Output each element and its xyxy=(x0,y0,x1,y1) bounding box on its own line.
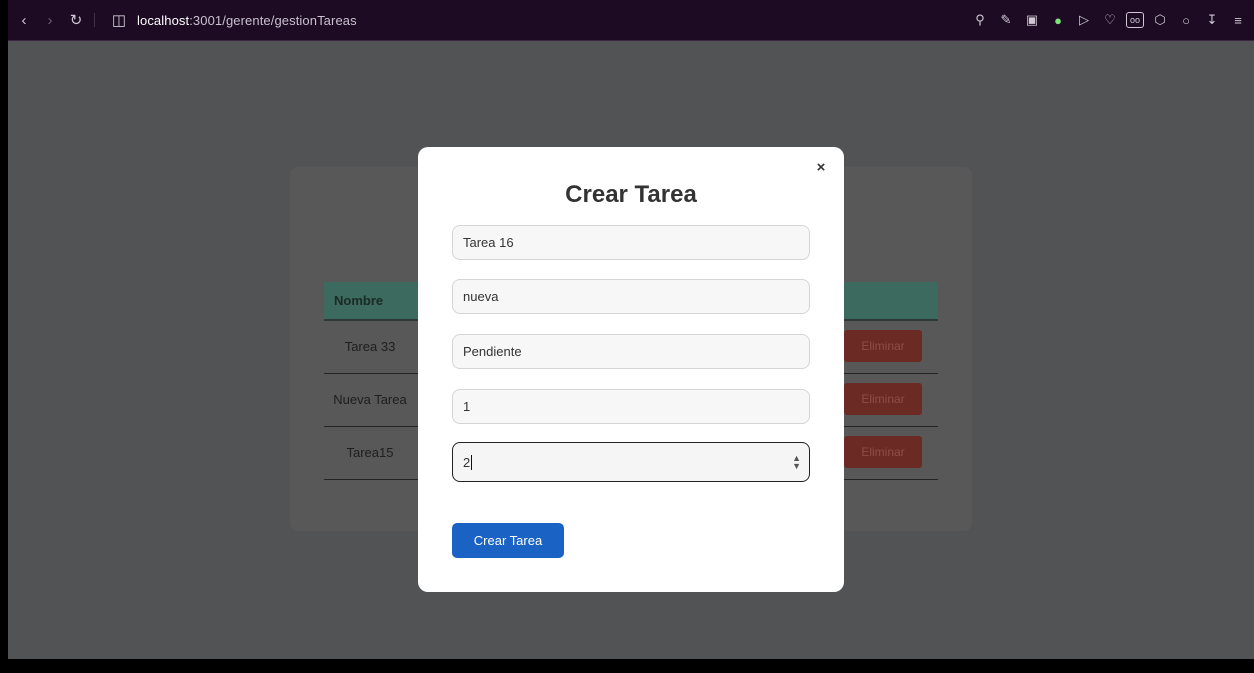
search-icon[interactable]: ⚲ xyxy=(970,10,990,30)
delete-button[interactable]: Eliminar xyxy=(844,383,922,415)
camera-icon[interactable]: ▣ xyxy=(1022,10,1042,30)
task-description-field[interactable]: nueva xyxy=(452,279,810,314)
delete-button[interactable]: Eliminar xyxy=(844,436,922,468)
task-name: Tarea15 xyxy=(346,445,394,460)
task-description-value: nueva xyxy=(463,289,499,304)
profile-icon[interactable]: ○ xyxy=(1176,10,1196,30)
shield-icon[interactable]: ● xyxy=(1048,10,1068,30)
task-name: Tarea 33 xyxy=(344,339,396,354)
text-caret xyxy=(471,454,473,470)
task-name-field[interactable]: Tarea 16 xyxy=(452,225,810,260)
reload-icon[interactable]: ↻ xyxy=(66,10,86,30)
url-host: localhost xyxy=(137,12,190,28)
create-task-button[interactable]: Crear Tarea xyxy=(452,523,564,558)
cube-icon[interactable]: ⬡ xyxy=(1150,10,1170,30)
task-status-value: Pendiente xyxy=(463,344,522,359)
task-number-field-2[interactable]: 2 ▲ ▼ xyxy=(452,442,810,482)
menu-icon[interactable]: ≡ xyxy=(1228,10,1248,30)
back-icon[interactable]: ‹ xyxy=(14,10,34,30)
task-number-value-1: 1 xyxy=(463,399,471,414)
toolbar-divider xyxy=(94,13,95,27)
task-number-field-1[interactable]: 1 xyxy=(452,389,810,424)
edit-icon[interactable]: ✎ xyxy=(996,10,1016,30)
address-bar[interactable]: localhost:3001/gerente/gestionTareas xyxy=(137,13,357,28)
heart-icon[interactable]: ♡ xyxy=(1100,10,1120,30)
task-number-value-2: 2 xyxy=(463,454,471,470)
browser-window: ‹ › ↻ ◫ localhost:3001/gerente/gestionTa… xyxy=(8,0,1254,673)
forward-icon[interactable]: › xyxy=(40,10,60,30)
site-info-icon[interactable]: ◫ xyxy=(109,10,129,30)
number-spinner-icon[interactable]: ▲ ▼ xyxy=(792,454,801,471)
extension-icon[interactable]: oo xyxy=(1126,12,1144,28)
browser-toolbar: ‹ › ↻ ◫ localhost:3001/gerente/gestionTa… xyxy=(8,0,1254,41)
delete-button[interactable]: Eliminar xyxy=(844,330,922,362)
close-icon[interactable]: × xyxy=(811,158,831,178)
url-path: :3001/gerente/gestionTareas xyxy=(189,12,357,28)
create-task-modal: × Crear Tarea Tarea 16 nueva Pendiente 1… xyxy=(418,147,844,592)
bottom-bar xyxy=(8,659,1254,673)
toolbar-actions: ⚲ ✎ ▣ ● ▷ ♡ oo ⬡ ○ ↧ ≡ xyxy=(970,10,1248,30)
task-name: Nueva Tarea xyxy=(333,392,407,407)
download-icon[interactable]: ↧ xyxy=(1202,10,1222,30)
column-header-name: Nombre xyxy=(334,293,384,308)
send-icon[interactable]: ▷ xyxy=(1074,10,1094,30)
modal-title: Crear Tarea xyxy=(565,181,697,208)
task-name-value: Tarea 16 xyxy=(463,235,514,250)
task-status-field[interactable]: Pendiente xyxy=(452,334,810,369)
